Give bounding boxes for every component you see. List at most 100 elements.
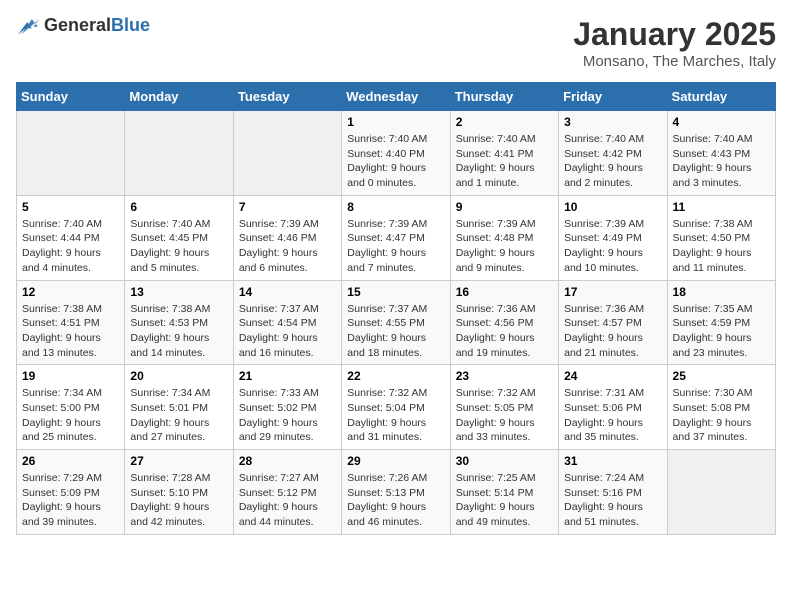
month-title: January 2025 — [573, 16, 776, 53]
day-info: Sunrise: 7:39 AM Sunset: 4:47 PM Dayligh… — [347, 217, 444, 276]
calendar-cell: 12 Sunrise: 7:38 AM Sunset: 4:51 PM Dayli… — [17, 280, 125, 365]
day-info: Sunrise: 7:24 AM Sunset: 5:16 PM Dayligh… — [564, 471, 661, 530]
day-number: 2 — [456, 115, 553, 129]
calendar-cell — [233, 111, 341, 196]
location-title: Monsano, The Marches, Italy — [573, 53, 776, 70]
day-number: 7 — [239, 200, 336, 214]
day-number: 15 — [347, 285, 444, 299]
day-number: 26 — [22, 454, 119, 468]
calendar-cell: 13 Sunrise: 7:38 AM Sunset: 4:53 PM Dayli… — [125, 280, 233, 365]
day-info: Sunrise: 7:33 AM Sunset: 5:02 PM Dayligh… — [239, 386, 336, 445]
calendar-cell: 28Sunrise: 7:27 AM Sunset: 5:12 PM Dayli… — [233, 450, 341, 535]
calendar-cell: 5Sunrise: 7:40 AM Sunset: 4:44 PM Daylig… — [17, 195, 125, 280]
day-info: Sunrise: 7:40 AM Sunset: 4:41 PM Dayligh… — [456, 132, 553, 191]
day-number: 24 — [564, 369, 661, 383]
week-row-3: 12 Sunrise: 7:38 AM Sunset: 4:51 PM Dayli… — [17, 280, 776, 365]
weekday-header-sunday: Sunday — [17, 83, 125, 111]
calendar-cell: 22Sunrise: 7:32 AM Sunset: 5:04 PM Dayli… — [342, 365, 450, 450]
day-info: Sunrise: 7:36 AM Sunset: 4:57 PM Dayligh… — [564, 302, 661, 361]
calendar-cell: 31 Sunrise: 7:24 AM Sunset: 5:16 PM Dayli… — [559, 450, 667, 535]
day-info: Sunrise: 7:29 AM Sunset: 5:09 PM Dayligh… — [22, 471, 119, 530]
day-number: 12 — [22, 285, 119, 299]
calendar-cell: 15 Sunrise: 7:37 AM Sunset: 4:55 PM Dayli… — [342, 280, 450, 365]
day-info: Sunrise: 7:25 AM Sunset: 5:14 PM Dayligh… — [456, 471, 553, 530]
calendar-cell: 6Sunrise: 7:40 AM Sunset: 4:45 PM Daylig… — [125, 195, 233, 280]
day-info: Sunrise: 7:26 AM Sunset: 5:13 PM Dayligh… — [347, 471, 444, 530]
weekday-header-row: SundayMondayTuesdayWednesdayThursdayFrid… — [17, 83, 776, 111]
calendar-cell: 18Sunrise: 7:35 AM Sunset: 4:59 PM Dayli… — [667, 280, 775, 365]
day-number: 23 — [456, 369, 553, 383]
calendar-cell: 25 Sunrise: 7:30 AM Sunset: 5:08 PM Dayli… — [667, 365, 775, 450]
day-number: 8 — [347, 200, 444, 214]
calendar-cell — [17, 111, 125, 196]
day-number: 30 — [456, 454, 553, 468]
day-number: 19 — [22, 369, 119, 383]
day-info: Sunrise: 7:36 AM Sunset: 4:56 PM Dayligh… — [456, 302, 553, 361]
calendar-cell — [667, 450, 775, 535]
day-info: Sunrise: 7:34 AM Sunset: 5:00 PM Dayligh… — [22, 386, 119, 445]
week-row-1: 1 Sunrise: 7:40 AM Sunset: 4:40 PM Daylig… — [17, 111, 776, 196]
calendar-cell: 10Sunrise: 7:39 AM Sunset: 4:49 PM Dayli… — [559, 195, 667, 280]
logo-general: GeneralBlue — [44, 16, 150, 36]
day-number: 5 — [22, 200, 119, 214]
calendar-cell: 9Sunrise: 7:39 AM Sunset: 4:48 PM Daylig… — [450, 195, 558, 280]
day-info: Sunrise: 7:39 AM Sunset: 4:46 PM Dayligh… — [239, 217, 336, 276]
day-info: Sunrise: 7:37 AM Sunset: 4:55 PM Dayligh… — [347, 302, 444, 361]
day-number: 9 — [456, 200, 553, 214]
calendar-cell: 29 Sunrise: 7:26 AM Sunset: 5:13 PM Dayli… — [342, 450, 450, 535]
calendar-cell: 26 Sunrise: 7:29 AM Sunset: 5:09 PM Dayli… — [17, 450, 125, 535]
calendar-cell: 16Sunrise: 7:36 AM Sunset: 4:56 PM Dayli… — [450, 280, 558, 365]
week-row-5: 26 Sunrise: 7:29 AM Sunset: 5:09 PM Dayli… — [17, 450, 776, 535]
day-info: Sunrise: 7:40 AM Sunset: 4:40 PM Dayligh… — [347, 132, 444, 191]
calendar-cell: 21 Sunrise: 7:33 AM Sunset: 5:02 PM Dayli… — [233, 365, 341, 450]
weekday-header-monday: Monday — [125, 83, 233, 111]
week-row-4: 19 Sunrise: 7:34 AM Sunset: 5:00 PM Dayli… — [17, 365, 776, 450]
calendar-cell — [125, 111, 233, 196]
weekday-header-friday: Friday — [559, 83, 667, 111]
day-info: Sunrise: 7:27 AM Sunset: 5:12 PM Dayligh… — [239, 471, 336, 530]
day-info: Sunrise: 7:28 AM Sunset: 5:10 PM Dayligh… — [130, 471, 227, 530]
calendar-cell: 19 Sunrise: 7:34 AM Sunset: 5:00 PM Dayli… — [17, 365, 125, 450]
logo-icon — [16, 16, 40, 36]
day-info: Sunrise: 7:40 AM Sunset: 4:42 PM Dayligh… — [564, 132, 661, 191]
day-info: Sunrise: 7:30 AM Sunset: 5:08 PM Dayligh… — [673, 386, 770, 445]
calendar-cell: 7 Sunrise: 7:39 AM Sunset: 4:46 PM Daylig… — [233, 195, 341, 280]
day-number: 17 — [564, 285, 661, 299]
weekday-header-thursday: Thursday — [450, 83, 558, 111]
day-info: Sunrise: 7:38 AM Sunset: 4:50 PM Dayligh… — [673, 217, 770, 276]
calendar-cell: 17 Sunrise: 7:36 AM Sunset: 4:57 PM Dayli… — [559, 280, 667, 365]
day-info: Sunrise: 7:39 AM Sunset: 4:49 PM Dayligh… — [564, 217, 661, 276]
day-info: Sunrise: 7:38 AM Sunset: 4:53 PM Dayligh… — [130, 302, 227, 361]
day-number: 13 — [130, 285, 227, 299]
title-area: January 2025 Monsano, The Marches, Italy — [573, 16, 776, 70]
day-number: 11 — [673, 200, 770, 214]
day-info: Sunrise: 7:35 AM Sunset: 4:59 PM Dayligh… — [673, 302, 770, 361]
calendar-cell: 11 Sunrise: 7:38 AM Sunset: 4:50 PM Dayli… — [667, 195, 775, 280]
day-info: Sunrise: 7:32 AM Sunset: 5:05 PM Dayligh… — [456, 386, 553, 445]
calendar-cell: 2 Sunrise: 7:40 AM Sunset: 4:41 PM Daylig… — [450, 111, 558, 196]
day-info: Sunrise: 7:40 AM Sunset: 4:43 PM Dayligh… — [673, 132, 770, 191]
calendar-cell: 30 Sunrise: 7:25 AM Sunset: 5:14 PM Dayli… — [450, 450, 558, 535]
day-info: Sunrise: 7:34 AM Sunset: 5:01 PM Dayligh… — [130, 386, 227, 445]
day-number: 1 — [347, 115, 444, 129]
calendar-cell: 3 Sunrise: 7:40 AM Sunset: 4:42 PM Daylig… — [559, 111, 667, 196]
day-number: 25 — [673, 369, 770, 383]
day-number: 22 — [347, 369, 444, 383]
day-number: 20 — [130, 369, 227, 383]
weekday-header-saturday: Saturday — [667, 83, 775, 111]
day-number: 14 — [239, 285, 336, 299]
calendar-cell: 4Sunrise: 7:40 AM Sunset: 4:43 PM Daylig… — [667, 111, 775, 196]
day-info: Sunrise: 7:38 AM Sunset: 4:51 PM Dayligh… — [22, 302, 119, 361]
day-number: 3 — [564, 115, 661, 129]
day-number: 31 — [564, 454, 661, 468]
day-number: 29 — [347, 454, 444, 468]
calendar-table: SundayMondayTuesdayWednesdayThursdayFrid… — [16, 82, 776, 535]
day-number: 21 — [239, 369, 336, 383]
calendar-cell: 1 Sunrise: 7:40 AM Sunset: 4:40 PM Daylig… — [342, 111, 450, 196]
calendar-cell: 8 Sunrise: 7:39 AM Sunset: 4:47 PM Daylig… — [342, 195, 450, 280]
weekday-header-tuesday: Tuesday — [233, 83, 341, 111]
week-row-2: 5Sunrise: 7:40 AM Sunset: 4:44 PM Daylig… — [17, 195, 776, 280]
day-info: Sunrise: 7:40 AM Sunset: 4:45 PM Dayligh… — [130, 217, 227, 276]
logo: GeneralBlue — [16, 16, 150, 36]
day-info: Sunrise: 7:31 AM Sunset: 5:06 PM Dayligh… — [564, 386, 661, 445]
